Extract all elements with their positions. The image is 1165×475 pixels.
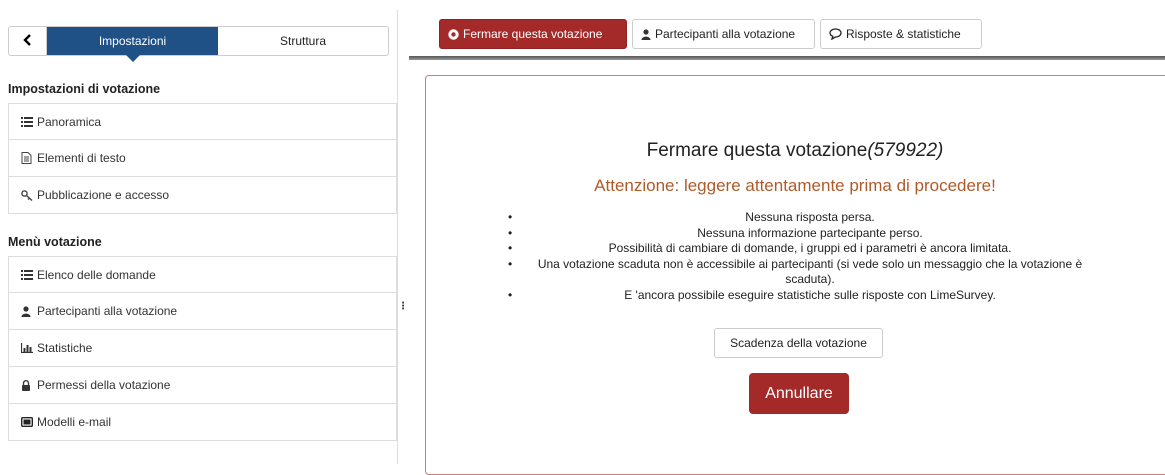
list-item: Possibilità di cambiare di domande, i gr…	[500, 241, 1120, 257]
list-icon	[21, 116, 35, 127]
responses-statistics-button[interactable]: Risposte & statistiche	[820, 19, 982, 49]
stop-survey-button[interactable]: Fermare questa votazione	[439, 19, 627, 49]
bar-chart-icon	[21, 343, 35, 353]
stop-survey-label: Fermare questa votazione	[463, 27, 603, 41]
list-item: E 'ancora possibile eseguire statistiche…	[500, 288, 1120, 304]
sidebar: Impostazioni Struttura Impostazioni di v…	[0, 0, 397, 464]
sidebar-item-label: Permessi della votazione	[37, 378, 171, 392]
stop-circle-icon	[448, 28, 459, 40]
top-toolbar: Fermare questa votazione Partecipanti al…	[414, 0, 1165, 60]
participants-button[interactable]: Partecipanti alla votazione	[632, 19, 815, 49]
email-template-icon	[21, 417, 35, 427]
lock-icon	[21, 379, 35, 391]
expire-survey-button[interactable]: Scadenza della votazione	[714, 328, 883, 358]
page-title: Fermare questa votazione(579922)	[425, 140, 1165, 162]
sidebar-item-label: Elementi di testo	[37, 151, 126, 165]
sidebar-item-label: Pubblicazione e accesso	[37, 188, 170, 202]
sidebar-divider	[397, 10, 398, 464]
list-item: Nessuna risposta persa.	[500, 210, 1120, 226]
consequences-list: Nessuna risposta persa. Nessuna informaz…	[500, 210, 1120, 303]
list-item: Una votazione scaduta non è accessibile …	[500, 257, 1120, 288]
back-button[interactable]	[9, 27, 47, 55]
sidebar-item-publication-access[interactable]: Pubblicazione e accesso	[8, 177, 397, 214]
survey-menu-section-title: Menù votazione	[8, 235, 102, 249]
chevron-left-icon	[23, 33, 32, 50]
tab-settings-label: Impostazioni	[98, 34, 167, 48]
list-item: Nessuna informazione partecipante perso.	[500, 226, 1120, 242]
sidebar-item-text-elements[interactable]: Elementi di testo	[8, 140, 397, 177]
tab-structure[interactable]: Struttura	[218, 27, 388, 55]
sidebar-tabbar: Impostazioni Struttura	[8, 26, 389, 62]
sidebar-item-label: Elenco delle domande	[37, 267, 156, 282]
sidebar-item-email-templates[interactable]: Modelli e-mail	[8, 404, 397, 441]
key-icon	[21, 189, 35, 201]
settings-menu: Panoramica Elementi di testo Pubblicazio…	[8, 103, 397, 214]
sidebar-item-overview[interactable]: Panoramica	[8, 103, 397, 140]
speech-bubble-icon	[829, 28, 842, 40]
user-icon	[641, 28, 651, 40]
sidebar-item-statistics[interactable]: Statistiche	[8, 330, 397, 367]
participants-label: Partecipanti alla votazione	[655, 27, 796, 41]
responses-statistics-label: Risposte & statistiche	[846, 27, 961, 41]
sidebar-item-permissions[interactable]: Permessi della votazione	[8, 367, 397, 404]
tab-structure-label: Struttura	[279, 34, 327, 48]
page-title-text: Fermare questa votazione	[646, 140, 868, 161]
cancel-button[interactable]: Annullare	[749, 373, 849, 414]
tab-settings[interactable]: Impostazioni	[47, 27, 218, 62]
sidebar-item-label: Statistiche	[37, 341, 93, 355]
sidebar-resize-handle[interactable]: ⋮	[398, 302, 408, 312]
list-icon	[21, 269, 35, 280]
sidebar-item-label: Panoramica	[37, 114, 102, 129]
survey-id: (579922)	[867, 140, 944, 161]
sidebar-item-participants[interactable]: Partecipanti alla votazione	[8, 293, 397, 330]
warning-message: Attenzione: leggere attentamente prima d…	[594, 176, 996, 195]
user-icon	[21, 305, 35, 317]
document-icon	[21, 152, 35, 164]
sidebar-item-label: Modelli e-mail	[37, 415, 112, 429]
toolbar-separator	[409, 56, 1165, 60]
sidebar-item-question-list[interactable]: Elenco delle domande	[8, 256, 397, 293]
settings-section-title: Impostazioni di votazione	[8, 82, 161, 96]
survey-menu: Elenco delle domande Partecipanti alla v…	[8, 256, 397, 441]
sidebar-item-label: Partecipanti alla votazione	[37, 304, 178, 318]
